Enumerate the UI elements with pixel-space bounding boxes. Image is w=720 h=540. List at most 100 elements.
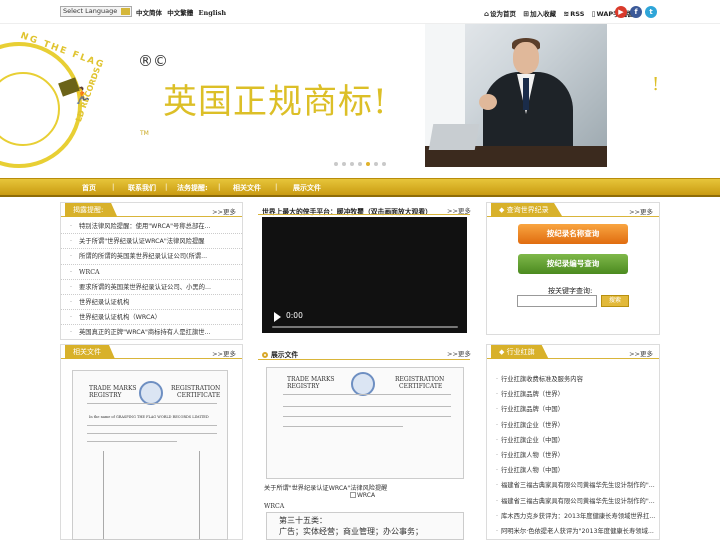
video-player[interactable]: 0:00 — [262, 217, 467, 333]
cert-heading-left: TRADE MARKS — [287, 376, 335, 383]
list-item[interactable]: 世界纪录认证机构（WRCA） — [61, 310, 242, 326]
youtube-icon[interactable]: ▶ — [615, 6, 627, 18]
list-item[interactable]: 行业扛旗企业（世界） — [487, 418, 659, 433]
list-item[interactable]: 世界纪录认证机构 — [61, 295, 242, 311]
list-item[interactable]: 行业扛旗人物（世界） — [487, 448, 659, 463]
video-time: 0:00 — [286, 311, 303, 320]
slide-dot[interactable] — [358, 162, 362, 166]
more-link[interactable]: >>更多 — [629, 348, 653, 358]
list-item[interactable]: 行业扛旗收费标准及服务内容 — [487, 372, 659, 387]
display-certificate-image-2[interactable]: 第三十五类： 广告；实体经营；商业管理；办公事务； — [266, 512, 464, 540]
main-nav: 首页 | 联系我们 | 法务提醒: | 相关文件 | 展示文件 — [0, 178, 720, 197]
banner-edge-glyph: ! — [652, 74, 660, 95]
nav-home[interactable]: 首页 — [82, 183, 96, 193]
list-item[interactable]: 特别法律风险提醒：使用"WRCA"号称总部在... — [61, 219, 242, 235]
slide-dot[interactable] — [342, 162, 346, 166]
more-link[interactable]: >>更多 — [629, 206, 653, 216]
twitter-icon[interactable]: t — [645, 6, 657, 18]
cert-body-line: In the name of GRASPING THE FLAG WORLD R… — [89, 415, 209, 419]
display-files-label: 展示文件 — [271, 351, 299, 359]
cert-cn-line2: 广告；实体经营；商业管理；办公事务； — [279, 527, 423, 536]
cert-rule — [87, 433, 217, 434]
language-select[interactable]: Select Language — [60, 6, 132, 17]
display-title-rule — [258, 359, 470, 360]
list-item[interactable]: 要求所谓的英国莱世界纪录认证公司、小黑的... — [61, 280, 242, 295]
list-item[interactable]: 行业扛旗人物（中国） — [487, 463, 659, 478]
nav-separator: | — [275, 183, 278, 191]
rss-link[interactable]: ≋RSS — [563, 10, 584, 18]
add-favorite-label: 加入收藏 — [530, 10, 557, 18]
search-by-name-button[interactable]: 按纪录名称查询 — [518, 224, 628, 244]
runner-icon: 🏃 — [72, 86, 92, 105]
panel-header: ◆ 查询世界纪录 >>更多 — [487, 203, 659, 217]
list-item[interactable]: 行业扛旗品牌（世界） — [487, 387, 659, 402]
cert-heading-right2: CERTIFICATE — [399, 383, 443, 390]
cert-heading-left2: REGISTRY — [287, 383, 320, 390]
slide-dot[interactable] — [334, 162, 338, 166]
cert-seal-icon — [351, 372, 375, 396]
photo-tie — [523, 78, 529, 110]
cert-heading-right: REGISTRATION — [395, 376, 445, 383]
panel-tab: ◆ 行业红旗 — [491, 345, 549, 359]
list-item[interactable]: 福建省三福古典家具有限公司黄福华先生设计制作的"... — [487, 478, 659, 493]
list-item[interactable]: 所谓的所谓的英国莱世界纪录认证公司(所谓... — [61, 249, 242, 265]
set-home-link[interactable]: ⌂设为首页 — [484, 8, 516, 18]
list-item[interactable]: 英国真正的正牌"WRCA"商标持有人是扛旗世... — [61, 325, 242, 340]
list-item[interactable]: WRCA — [61, 265, 242, 280]
slide-dot[interactable] — [350, 162, 354, 166]
language-select-value: Select Language — [63, 7, 118, 15]
cert-border — [103, 451, 104, 539]
rss-label: RSS — [570, 10, 585, 18]
chevron-down-icon — [121, 8, 130, 15]
hero-banner[interactable]: NG THE FLAG LD RECORDS 🏃 TM ®© 英国正规商标! ! — [0, 24, 720, 174]
list-item[interactable]: 关于所谓"世界纪录认证WRCA"法律风险提醒 — [61, 234, 242, 250]
add-favorite-link[interactable]: ⊞加入收藏 — [523, 8, 556, 18]
lang-traditional-link[interactable]: 中文繁體 — [167, 9, 193, 17]
lang-english-link[interactable]: English — [199, 9, 227, 17]
display-certificate-image[interactable]: TRADE MARKS REGISTRY REGISTRATION CERTIF… — [266, 367, 464, 479]
broken-image-alt: WRCA — [357, 492, 376, 499]
search-button[interactable]: 搜索 — [601, 295, 629, 307]
cert-seal-icon — [139, 381, 163, 405]
cert-rule — [87, 403, 217, 404]
keyword-search-input[interactable] — [517, 295, 597, 307]
list-item[interactable]: 库木西力克乡获评为：2013年度健康长寿领域世界扛... — [487, 509, 659, 524]
play-icon[interactable] — [274, 312, 281, 322]
nav-display-files[interactable]: 展示文件 — [293, 183, 321, 193]
nav-related-files[interactable]: 相关文件 — [233, 183, 261, 193]
photo-laptop — [428, 124, 480, 150]
slide-dot[interactable] — [374, 162, 378, 166]
search-by-number-button[interactable]: 按纪录编号查询 — [518, 254, 628, 274]
video-progress-bar[interactable] — [272, 326, 458, 328]
cert-rule — [87, 425, 217, 426]
display-more-link[interactable]: >>更多 — [447, 348, 471, 358]
display-caption-2[interactable]: WRCA — [264, 503, 284, 510]
slide-dot[interactable] — [382, 162, 386, 166]
video-controls: 0:00 — [262, 303, 467, 333]
home-icon: ⌂ — [484, 10, 490, 18]
list-item[interactable]: 行业扛旗品牌（中国） — [487, 402, 659, 417]
language-links: 中文简体 中文繁體 English — [136, 7, 229, 17]
more-link[interactable]: >>更多 — [212, 348, 236, 358]
brand-logo — [0, 42, 82, 168]
slide-dot-active[interactable] — [366, 162, 370, 166]
nav-contact[interactable]: 联系我们 — [128, 183, 156, 193]
panel-header: ◆ 行业红旗 >>更多 — [487, 345, 659, 359]
list-item[interactable]: 福建省三福古典家具有限公司黄福华先生设计制作的"... — [487, 494, 659, 509]
lang-simplified-link[interactable]: 中文简体 — [136, 9, 162, 17]
set-home-label: 设为首页 — [490, 10, 517, 18]
more-link[interactable]: >>更多 — [212, 206, 236, 216]
search-by-number-label: 按纪录编号查询 — [546, 259, 600, 268]
list-item[interactable]: 阿明米尔·色依提老人获评为"2013年度健康长寿领域... — [487, 524, 659, 539]
certificate-thumbnail[interactable]: TRADE MARKS REGISTRY REGISTRATION CERTIF… — [72, 370, 228, 540]
list-item[interactable]: 行业扛旗企业（中国） — [487, 433, 659, 448]
mobile-icon: ▯ — [591, 10, 596, 18]
cert-heading-left2: REGISTRY — [89, 392, 122, 399]
legal-reminder-panel: 揭露提醒: >>更多 特别法律风险提醒：使用"WRCA"号称总部在... 关于所… — [60, 202, 243, 341]
nav-separator: | — [112, 183, 115, 191]
panel-tab-label: 查询世界纪录 — [506, 206, 549, 214]
display-caption[interactable]: 关于所谓"世界纪录认证WRCA"法律风险提醒 — [264, 483, 387, 492]
banner-title: 英国正规商标! — [163, 82, 388, 122]
facebook-icon[interactable]: f — [630, 6, 642, 18]
nav-legal[interactable]: 法务提醒: — [177, 183, 208, 193]
